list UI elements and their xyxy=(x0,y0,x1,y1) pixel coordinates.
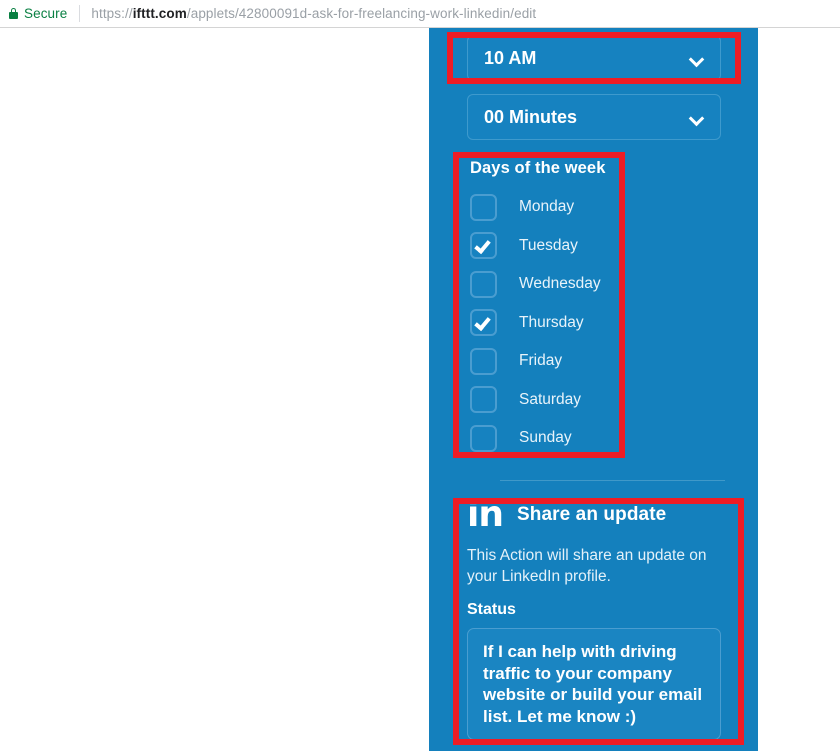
checkbox-unchecked-icon[interactable] xyxy=(470,270,497,298)
linkedin-action-block: in Share an update This Action will shar… xyxy=(467,494,725,740)
day-label: Thursday xyxy=(519,313,584,331)
hour-select-value: 10 AM xyxy=(484,48,537,68)
omnibox-divider xyxy=(79,5,81,22)
day-row[interactable]: Tuesday xyxy=(467,227,721,266)
day-row[interactable]: Friday xyxy=(467,342,721,381)
chevron-down-icon xyxy=(690,113,706,122)
day-row[interactable]: Saturday xyxy=(467,381,721,420)
checkbox-unchecked-icon[interactable] xyxy=(470,347,497,375)
day-label: Saturday xyxy=(519,390,582,408)
status-textarea[interactable]: If I can help with driving traffic to yo… xyxy=(467,628,721,740)
checkbox-checked-icon[interactable] xyxy=(470,232,497,260)
action-description: This Action will share an update on your… xyxy=(467,547,707,585)
action-header: in Share an update xyxy=(467,494,725,535)
day-label: Wednesday xyxy=(519,275,601,293)
browser-address-bar: Secure https://ifttt.com/applets/4280009… xyxy=(0,0,840,28)
url-path: /applets/42800091d-ask-for-freelancing-w… xyxy=(186,6,537,21)
checkbox-unchecked-icon[interactable] xyxy=(470,424,497,452)
days-of-week-heading: Days of the week xyxy=(470,159,606,177)
day-row[interactable]: Sunday xyxy=(467,419,721,458)
linkedin-icon: in xyxy=(467,494,504,535)
minute-select[interactable]: 00 Minutes xyxy=(467,94,721,140)
day-row[interactable]: Thursday xyxy=(467,304,721,343)
day-label: Friday xyxy=(519,352,563,370)
url-text[interactable]: https://ifttt.com/applets/42800091d-ask-… xyxy=(91,6,536,21)
security-status-label: Secure xyxy=(24,6,68,21)
days-of-week-list: Monday Tuesday Wednesday Thursday Friday Satu… xyxy=(467,188,721,458)
day-label: Tuesday xyxy=(519,236,578,254)
minute-select-value: 00 Minutes xyxy=(484,107,578,127)
days-of-week-section: Days of the week Monday Tuesday Wednesday T… xyxy=(467,159,721,458)
chevron-down-icon xyxy=(690,54,706,63)
section-divider xyxy=(500,480,725,481)
url-scheme: https:// xyxy=(91,6,133,21)
day-label: Sunday xyxy=(519,429,572,447)
checkbox-unchecked-icon[interactable] xyxy=(470,193,497,221)
checkbox-unchecked-icon[interactable] xyxy=(470,386,497,414)
action-title: Share an update xyxy=(516,504,667,525)
url-host: ifttt.com xyxy=(132,6,187,21)
omnibox[interactable]: Secure https://ifttt.com/applets/4280009… xyxy=(0,0,840,27)
hour-select[interactable]: 10 AM xyxy=(467,35,721,81)
lock-icon xyxy=(9,8,18,19)
day-row[interactable]: Monday xyxy=(467,188,721,227)
checkbox-checked-icon[interactable] xyxy=(470,309,497,337)
status-field-label: Status xyxy=(467,601,516,618)
applet-editor-panel: 10 AM 00 Minutes Days of the week Monday… xyxy=(429,28,758,751)
day-row[interactable]: Wednesday xyxy=(467,265,721,304)
day-label: Monday xyxy=(519,198,575,216)
